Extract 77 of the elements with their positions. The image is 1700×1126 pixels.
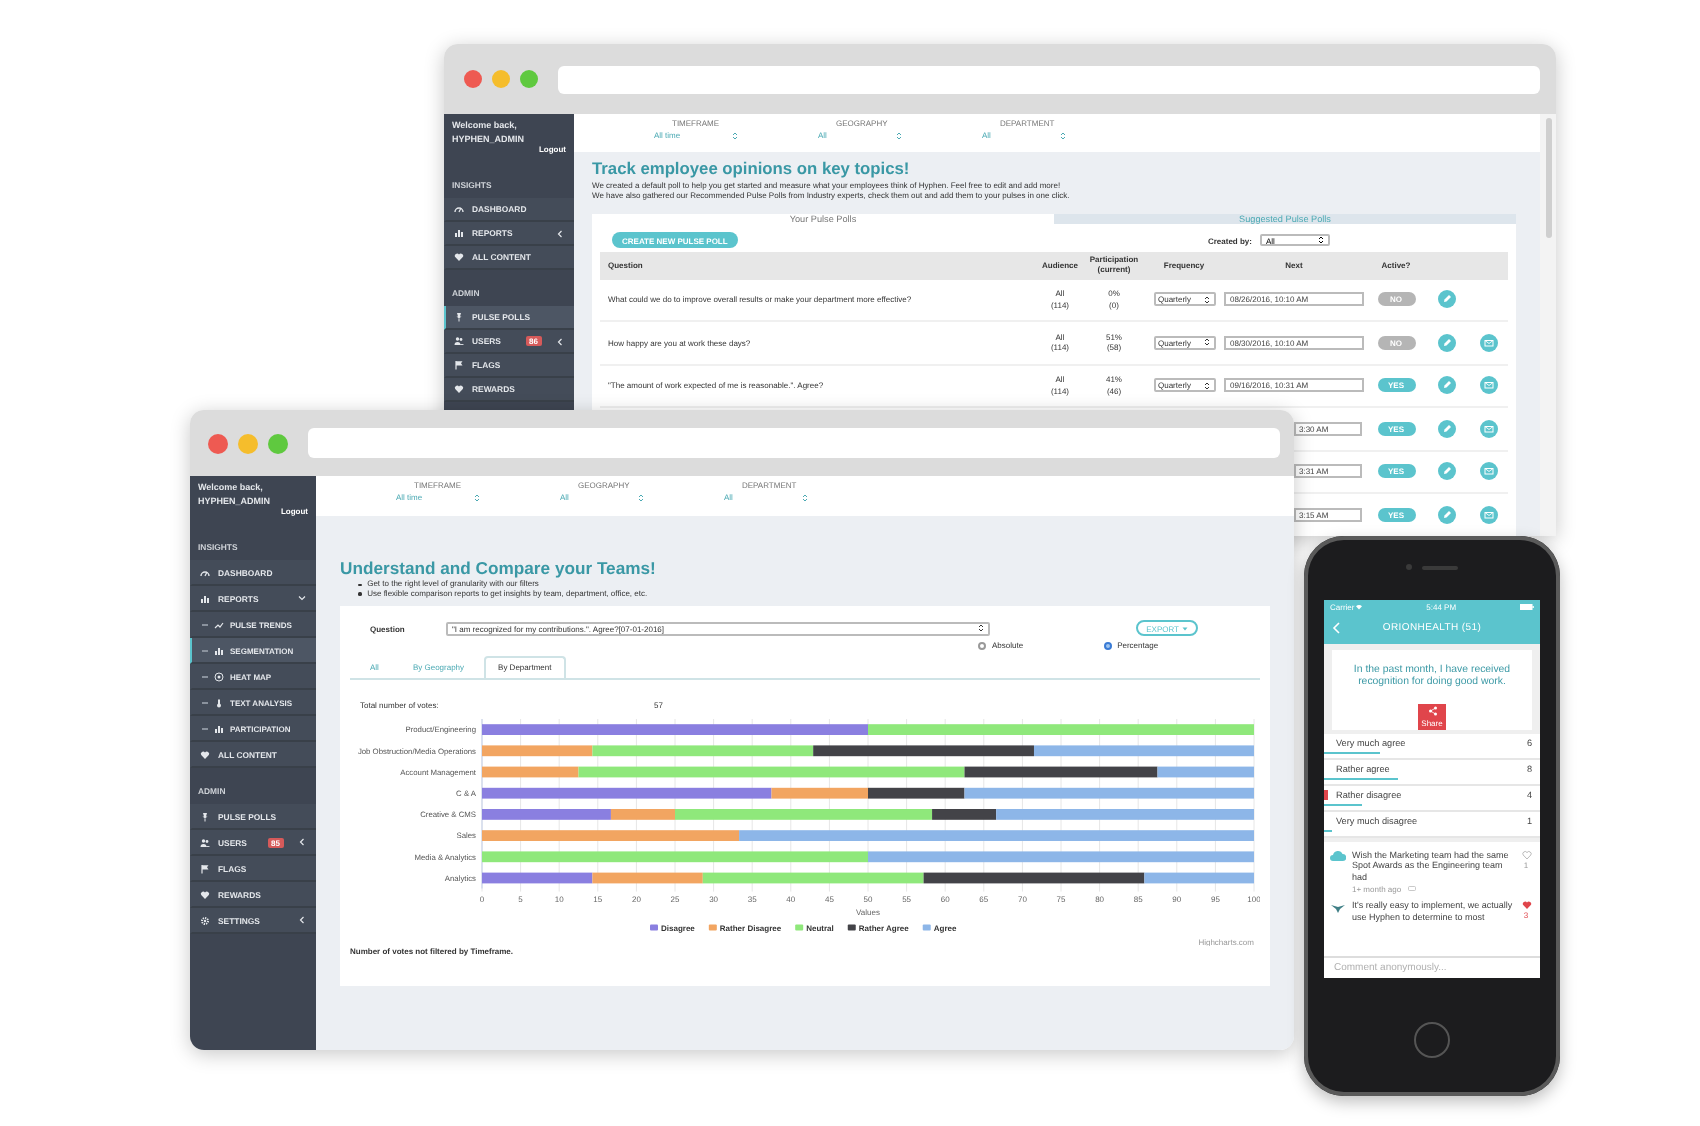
scrollbar[interactable] [1540,114,1556,536]
mail-button[interactable] [1479,333,1497,352]
legend-swatch [922,923,931,930]
envelope-icon [1483,466,1493,477]
bar-chart-icon [214,723,224,733]
radio-button[interactable] [1103,641,1112,650]
radio-button[interactable] [978,641,986,650]
back-icon[interactable] [1332,622,1340,634]
pin-icon [454,312,464,322]
edit-button[interactable] [1437,419,1455,438]
pencil-icon [1441,337,1451,348]
bar-chart-icon [454,228,464,238]
updown-caret-icon [638,493,644,501]
heart-icon [200,749,210,759]
mail-button[interactable] [1479,505,1497,524]
minimize-button[interactable] [238,433,258,453]
pencil-icon [1441,294,1451,305]
caret-down-icon [1182,625,1188,632]
edit-button[interactable] [1437,333,1455,352]
flag-icon [200,863,210,873]
target-icon [214,671,224,681]
address-bar[interactable] [558,65,1540,93]
page-title: Understand and Compare your Teams! [340,558,658,578]
edit-button[interactable] [1437,290,1455,309]
close-button[interactable] [464,70,482,88]
updown-caret-icon [896,131,902,139]
heart-icon [454,384,464,394]
gear-icon [200,915,210,925]
maximize-button[interactable] [520,70,538,88]
pencil-icon [1441,509,1451,520]
edit-button[interactable] [1437,505,1455,524]
people-icon [454,336,464,346]
heart-icon [454,252,464,262]
bar-chart-icon [200,593,210,603]
pin-icon [200,811,210,821]
edit-button[interactable] [1437,462,1455,481]
pencil-icon [1441,423,1451,434]
updown-caret-icon [1060,131,1066,139]
page-title: Track employee opinions on key topics! [592,158,912,178]
envelope-icon [1483,509,1493,520]
avatar-icon [1330,850,1346,864]
speech-bubble-icon[interactable] [1407,886,1416,893]
mail-button[interactable] [1479,376,1497,395]
scrollbar-thumb[interactable] [1545,118,1551,238]
line-chart-icon [214,619,224,629]
gauge-icon [454,204,464,214]
envelope-icon [1483,423,1493,434]
gauge-icon [200,567,210,577]
legend-swatch [650,923,658,930]
wifi-icon [1356,603,1363,609]
updown-caret-icon [474,493,480,501]
share-icon [1427,706,1437,717]
pencil-icon [1441,466,1451,477]
heart-icon[interactable] [1521,900,1531,911]
mail-button[interactable] [1479,462,1497,481]
heart-icon[interactable] [1521,850,1531,860]
heart-icon [200,889,210,899]
legend-swatch [795,923,804,930]
updown-caret-icon [732,131,738,139]
mail-button[interactable] [1479,419,1497,438]
updown-caret-icon [802,493,808,501]
pencil-icon [1441,380,1451,391]
legend-swatch [847,923,856,930]
close-button[interactable] [208,433,228,453]
maximize-button[interactable] [268,433,288,453]
flag-icon [454,360,464,370]
edit-button[interactable] [1437,376,1455,395]
people-icon [200,837,210,847]
legend-swatch [708,923,717,930]
home-button[interactable] [1414,1022,1450,1058]
thermometer-icon [214,697,224,707]
envelope-icon [1483,380,1493,391]
battery-icon [1519,603,1534,609]
bar-chart-icon [214,645,224,655]
minimize-button[interactable] [492,70,510,88]
envelope-icon [1483,337,1493,348]
avatar-icon [1330,900,1346,915]
